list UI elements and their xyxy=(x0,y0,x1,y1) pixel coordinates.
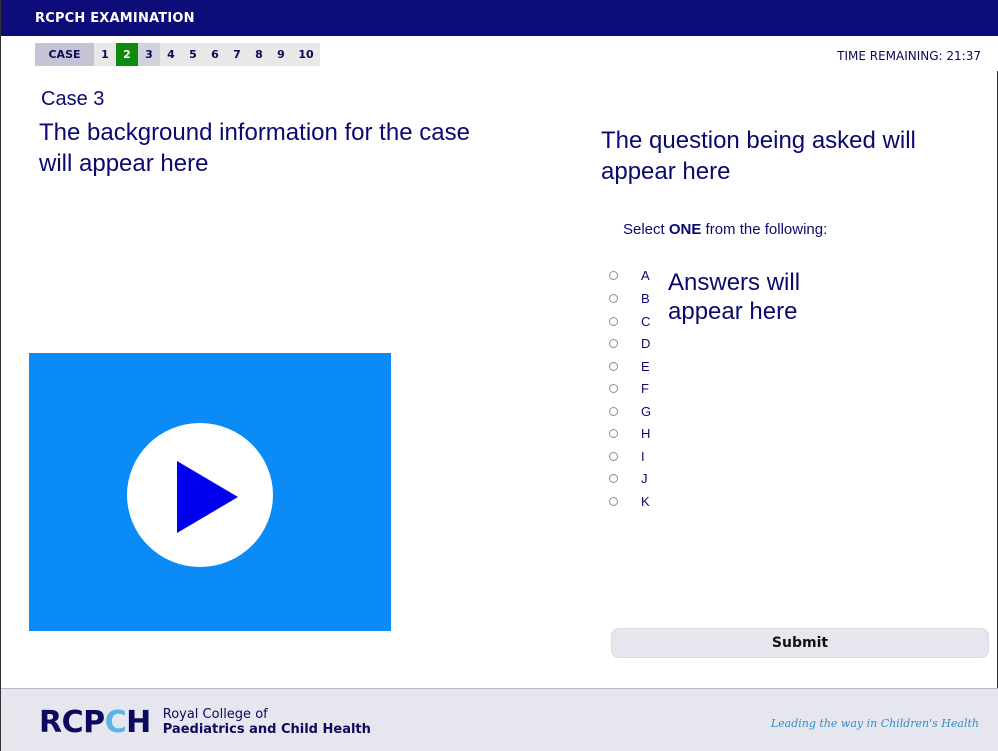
case-navigation: CASE 1 2 3 4 5 6 7 8 9 10 xyxy=(35,43,320,66)
case-label: CASE xyxy=(35,43,94,66)
tagline: Leading the way in Children's Health xyxy=(770,717,979,730)
case-tab-3[interactable]: 3 xyxy=(138,43,160,66)
option-letter: I xyxy=(641,448,645,464)
time-remaining: TIME REMAINING: 21:37 xyxy=(837,49,981,63)
option-letter: H xyxy=(641,425,651,441)
instruction-suffix: from the following: xyxy=(701,221,828,238)
option-letter: D xyxy=(641,335,651,351)
case-tab-1[interactable]: 1 xyxy=(94,43,116,66)
footer: RCP C H Royal College of Paediatrics and C… xyxy=(1,688,998,751)
question-text: The question being asked will appear her… xyxy=(601,127,916,185)
option-letter: J xyxy=(641,470,648,486)
case-tab-10[interactable]: 10 xyxy=(292,43,320,66)
option-letter: G xyxy=(641,403,652,419)
option-letter: B xyxy=(641,290,650,306)
exam-title: RCPCH EXAMINATION xyxy=(35,11,195,26)
option-letter: A xyxy=(641,267,650,283)
option-i[interactable]: I xyxy=(609,446,645,466)
case-tab-6[interactable]: 6 xyxy=(204,43,226,66)
logo-line-1: Royal College of xyxy=(162,707,268,722)
option-letter: E xyxy=(641,358,650,374)
option-letter: K xyxy=(641,493,650,509)
case-background-text: The background information for the case … xyxy=(39,119,470,177)
radio-button[interactable] xyxy=(609,383,618,393)
logo-text-h: H xyxy=(126,704,151,740)
play-icon xyxy=(177,461,238,533)
answers-placeholder: Answers will appear here xyxy=(668,269,801,325)
radio-button[interactable] xyxy=(609,406,618,416)
case-tab-2[interactable]: 2 xyxy=(116,43,138,66)
logo-line-2: Paediatrics and Child Health xyxy=(162,722,371,737)
radio-button[interactable] xyxy=(609,316,618,326)
radio-button[interactable] xyxy=(609,496,618,506)
radio-button[interactable] xyxy=(609,293,618,303)
option-g[interactable]: G xyxy=(609,401,651,421)
radio-button[interactable] xyxy=(609,428,618,438)
submit-button[interactable]: Submit xyxy=(611,628,989,658)
rcpch-logo: RCP C H Royal College of Paediatrics and C… xyxy=(39,705,371,740)
logo-text-c: C xyxy=(104,704,127,740)
option-c[interactable]: C xyxy=(609,311,650,331)
play-button[interactable] xyxy=(127,423,273,567)
select-instruction: Select ONE from the following: xyxy=(623,221,827,238)
header-bar: RCPCH EXAMINATION xyxy=(1,0,998,36)
option-f[interactable]: F xyxy=(609,378,649,398)
logo-text-rcp: RCP xyxy=(39,704,105,740)
option-a[interactable]: A xyxy=(609,265,650,285)
logo-wordmark: RCP C H xyxy=(39,705,151,740)
logo-subtitle: Royal College of Paediatrics and Child H… xyxy=(163,707,371,737)
option-j[interactable]: J xyxy=(609,468,648,488)
option-b[interactable]: B xyxy=(609,288,650,308)
option-h[interactable]: H xyxy=(609,423,650,443)
option-k[interactable]: K xyxy=(609,491,650,511)
radio-button[interactable] xyxy=(609,473,618,483)
radio-button[interactable] xyxy=(609,361,618,371)
radio-button[interactable] xyxy=(609,270,618,280)
case-title: Case 3 xyxy=(41,88,105,110)
radio-button[interactable] xyxy=(609,451,618,461)
case-tab-8[interactable]: 8 xyxy=(248,43,270,66)
case-tab-5[interactable]: 5 xyxy=(182,43,204,66)
case-tab-7[interactable]: 7 xyxy=(226,43,248,66)
option-letter: C xyxy=(641,313,651,329)
video-player[interactable] xyxy=(29,353,391,631)
case-tab-9[interactable]: 9 xyxy=(270,43,292,66)
instruction-prefix: Select xyxy=(623,221,669,238)
case-tab-4[interactable]: 4 xyxy=(160,43,182,66)
instruction-emphasis: ONE xyxy=(668,221,702,238)
option-letter: F xyxy=(641,380,649,396)
option-d[interactable]: D xyxy=(609,333,650,353)
exam-window: RCPCH EXAMINATION CASE 1 2 3 4 5 6 7 8 9 10 TIME … xyxy=(0,0,998,751)
case-nav-row: CASE 1 2 3 4 5 6 7 8 9 10 TIME REMAINING: 21:37 xyxy=(1,36,998,71)
option-e[interactable]: E xyxy=(609,356,650,376)
radio-button[interactable] xyxy=(609,338,618,348)
